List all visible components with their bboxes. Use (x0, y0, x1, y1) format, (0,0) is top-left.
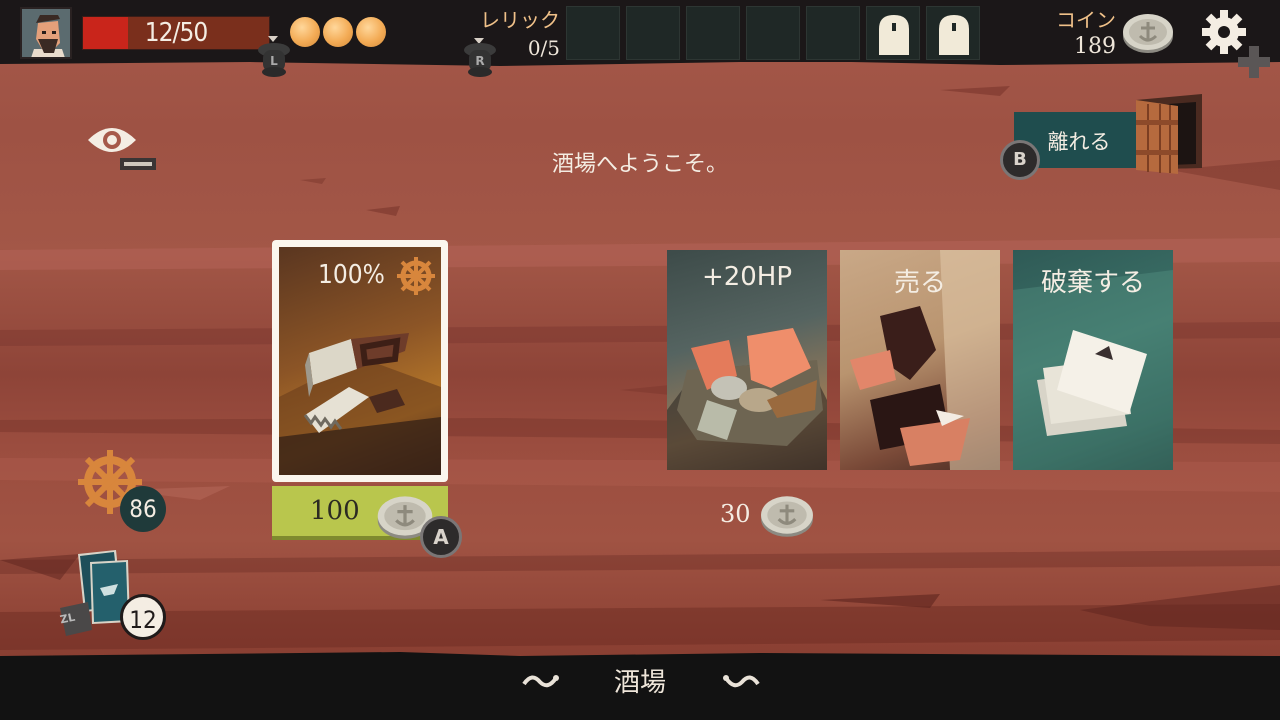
item-condition-percent: 100% (318, 260, 385, 290)
hp-bar: 12/50 (82, 16, 270, 50)
coin-label: コイン (1056, 8, 1116, 32)
hp-text: 12/50 (144, 18, 208, 48)
right-ornament-icon (723, 675, 760, 688)
relic-slot-locked-1 (866, 6, 920, 60)
service-price: 30 (720, 500, 751, 528)
energy-orb-2 (323, 17, 353, 47)
relic-slot-1[interactable] (566, 6, 620, 60)
heal-service-card[interactable]: +20HP (667, 250, 827, 470)
shop-item-card[interactable]: 100% (272, 240, 448, 482)
wheel-count-badge: 86 (120, 486, 166, 532)
bottom-bar-edge (0, 652, 1280, 662)
left-bumper-label: L (270, 54, 278, 68)
welcome-message: 酒場へようこそ。 (551, 152, 728, 177)
leave-label: 離れる (1047, 130, 1111, 154)
coin-icon (761, 496, 813, 537)
a-button-icon[interactable]: A (420, 516, 462, 558)
eye-icon[interactable] (86, 118, 158, 174)
relic-slot-2[interactable] (626, 6, 680, 60)
relic-slot-5[interactable] (806, 6, 860, 60)
relic-label: レリック (480, 8, 560, 32)
b-button-icon[interactable]: B (1000, 140, 1040, 180)
sell-service-card[interactable]: 売る (840, 250, 1000, 470)
ship-wheel-icon (397, 257, 435, 295)
location-name: 酒場 (613, 668, 666, 698)
energy-orb-1 (290, 17, 320, 47)
avatar (22, 9, 70, 57)
left-ornament-icon (522, 675, 559, 688)
lock-icon (939, 15, 969, 55)
relic-count: 0/5 (527, 36, 560, 60)
coin-count: 189 (1074, 34, 1116, 59)
lock-icon (879, 15, 909, 55)
relic-slot-3[interactable] (686, 6, 740, 60)
deck-count-badge: 12 (120, 594, 166, 640)
relic-slot-locked-2 (926, 6, 980, 60)
energy-orb-3 (356, 17, 386, 47)
item-price: 100 (310, 496, 360, 526)
discard-service-card[interactable]: 破棄する (1013, 250, 1173, 470)
coin-icon (1123, 14, 1173, 53)
relic-slot-4[interactable] (746, 6, 800, 60)
heal-service-title: +20HP (701, 262, 793, 292)
sell-service-title: 売る (893, 268, 946, 298)
left-bumper-icon[interactable]: L (254, 40, 294, 80)
player-portrait[interactable] (20, 7, 72, 59)
door-icon[interactable] (1132, 92, 1206, 174)
discard-service-title: 破棄する (1040, 268, 1145, 298)
plus-icon[interactable] (1236, 44, 1272, 80)
